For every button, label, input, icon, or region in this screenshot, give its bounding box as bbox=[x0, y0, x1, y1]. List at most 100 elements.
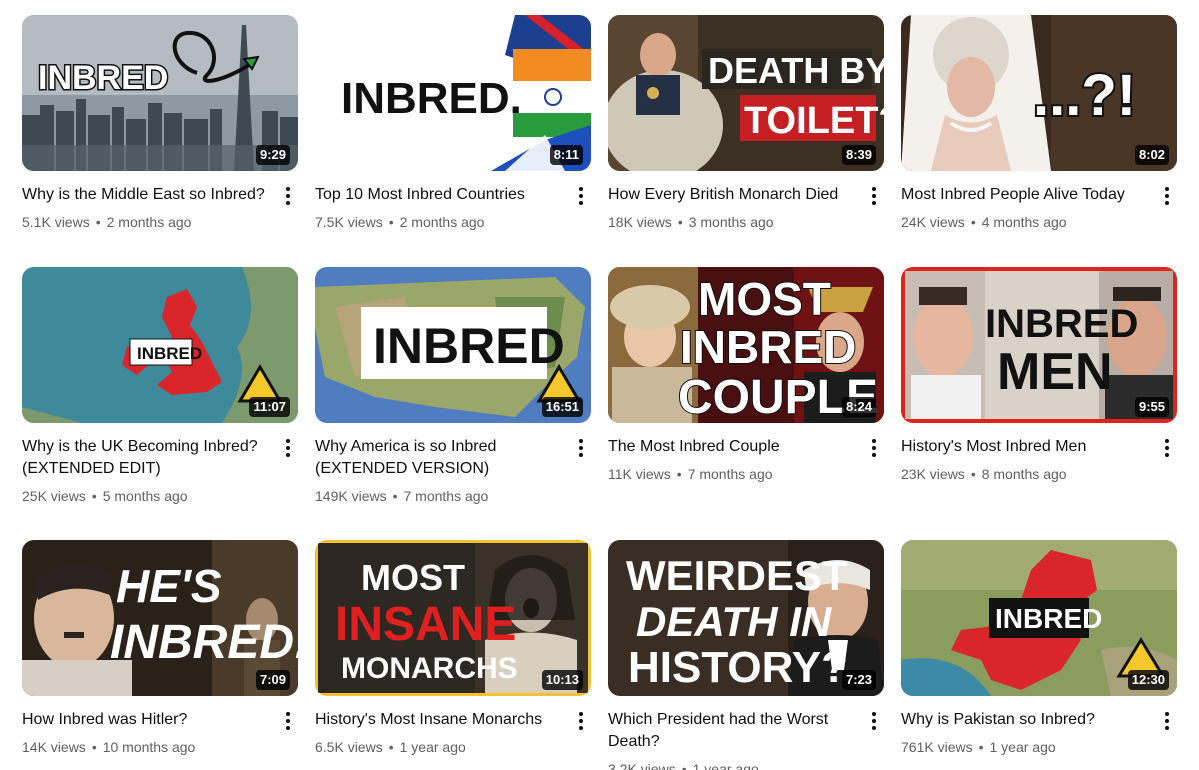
thumbnail-text: MONARCHS bbox=[341, 652, 518, 685]
thumbnail-text: INBRED bbox=[38, 59, 168, 97]
view-count: 3.2K views bbox=[608, 761, 676, 770]
thumbnail-text: MOST bbox=[698, 273, 831, 325]
thumbnail-text: INBRED bbox=[137, 344, 202, 363]
upload-age: 10 months ago bbox=[102, 739, 196, 755]
view-count: 11K views bbox=[608, 466, 671, 482]
duration-badge: 10:13 bbox=[541, 670, 583, 690]
video-title[interactable]: Top 10 Most Inbred Countries bbox=[315, 184, 565, 206]
upload-age: 1 year ago bbox=[692, 761, 759, 770]
video-stats: 5.1K views • 2 months ago bbox=[22, 214, 192, 230]
video-title[interactable]: How Every British Monarch Died bbox=[608, 184, 858, 206]
thumbnail-text: DEATH IN bbox=[636, 598, 833, 645]
thumbnail-text: TOILET?! bbox=[744, 100, 884, 142]
thumbnail-text: DEATH BY... bbox=[708, 50, 884, 91]
thumbnail-text: INBRED bbox=[680, 321, 856, 373]
video-card: INBRED 12:30 Why is Pakistan so Inbred? … bbox=[901, 540, 1177, 757]
upload-age: 3 months ago bbox=[688, 214, 774, 230]
thumbnail-text: INBRED. bbox=[341, 74, 522, 123]
video-card: INBRED. 8:11 Top 10 Most Inbred Countrie… bbox=[315, 15, 591, 232]
thumbnail-text: INSANE bbox=[335, 598, 516, 651]
video-title[interactable]: Why is the UK Becoming Inbred? (EXTENDED… bbox=[22, 436, 272, 480]
video-stats: 24K views • 4 months ago bbox=[901, 214, 1067, 230]
more-options-icon[interactable] bbox=[278, 709, 298, 733]
view-count: 5.1K views bbox=[22, 214, 90, 230]
duration-badge: 8:11 bbox=[549, 145, 583, 165]
thumbnail-text: INBRED! bbox=[110, 616, 298, 669]
video-thumbnail[interactable]: WEIRDEST DEATH IN HISTORY? 7:23 bbox=[608, 540, 884, 696]
video-thumbnail[interactable]: MOST INSANE MONARCHS 10:13 bbox=[315, 540, 591, 696]
video-card: INBRED 11:07 Why is the UK Becoming Inbr… bbox=[22, 267, 298, 506]
video-thumbnail[interactable]: INBRED 11:07 bbox=[22, 267, 298, 423]
more-options-icon[interactable] bbox=[864, 709, 884, 733]
video-thumbnail[interactable]: MOST INBRED COUPLE 8:24 bbox=[608, 267, 884, 423]
more-options-icon[interactable] bbox=[864, 436, 884, 460]
video-stats: 761K views • 1 year ago bbox=[901, 739, 1056, 755]
more-options-icon[interactable] bbox=[1157, 184, 1177, 208]
view-count: 149K views bbox=[315, 488, 387, 504]
video-stats: 7.5K views • 2 months ago bbox=[315, 214, 485, 230]
view-count: 18K views bbox=[608, 214, 672, 230]
thumbnail-text: HE'S bbox=[116, 560, 222, 612]
video-title[interactable]: History's Most Inbred Men bbox=[901, 436, 1151, 458]
duration-badge: 16:51 bbox=[541, 397, 583, 417]
thumbnail-text: HISTORY? bbox=[628, 643, 848, 692]
video-card: HE'S INBRED! 7:09 How Inbred was Hitler?… bbox=[22, 540, 298, 757]
upload-age: 2 months ago bbox=[106, 214, 192, 230]
more-options-icon[interactable] bbox=[571, 709, 591, 733]
upload-age: 7 months ago bbox=[687, 466, 773, 482]
video-title[interactable]: Most Inbred People Alive Today bbox=[901, 184, 1151, 206]
upload-age: 7 months ago bbox=[403, 488, 489, 504]
more-options-icon[interactable] bbox=[571, 436, 591, 460]
video-grid: INBRED 9:29 Why is the Middle East so In… bbox=[0, 0, 1199, 770]
video-title[interactable]: Which President had the Worst Death? bbox=[608, 709, 858, 753]
more-options-icon[interactable] bbox=[278, 184, 298, 208]
thumbnail-text: INBRED bbox=[995, 603, 1102, 634]
video-title[interactable]: The Most Inbred Couple bbox=[608, 436, 858, 458]
video-title[interactable]: History's Most Insane Monarchs bbox=[315, 709, 565, 731]
duration-badge: 8:39 bbox=[841, 145, 876, 165]
upload-age: 8 months ago bbox=[981, 466, 1067, 482]
video-stats: 18K views • 3 months ago bbox=[608, 214, 774, 230]
view-count: 24K views bbox=[901, 214, 965, 230]
more-options-icon[interactable] bbox=[1157, 709, 1177, 733]
duration-badge: 7:23 bbox=[841, 670, 876, 690]
more-options-icon[interactable] bbox=[278, 436, 298, 460]
upload-age: 2 months ago bbox=[399, 214, 485, 230]
duration-badge: 7:09 bbox=[255, 670, 290, 690]
view-count: 23K views bbox=[901, 466, 965, 482]
video-stats: 3.2K views • 1 year ago bbox=[608, 759, 858, 770]
video-title[interactable]: Why America is so Inbred (EXTENDED VERSI… bbox=[315, 436, 565, 480]
upload-age: 5 months ago bbox=[102, 488, 188, 504]
video-thumbnail[interactable]: INBRED 12:30 bbox=[901, 540, 1177, 696]
video-stats: 11K views • 7 months ago bbox=[608, 466, 773, 482]
video-thumbnail[interactable]: INBRED MEN 9:55 bbox=[901, 267, 1177, 423]
more-options-icon[interactable] bbox=[864, 184, 884, 208]
more-options-icon[interactable] bbox=[1157, 436, 1177, 460]
video-card: WEIRDEST DEATH IN HISTORY? 7:23 Which Pr… bbox=[608, 540, 884, 770]
video-card: MOST INSANE MONARCHS 10:13 History's Mos… bbox=[315, 540, 591, 757]
thumbnail-text: INBRED bbox=[985, 302, 1138, 346]
video-title[interactable]: Why is the Middle East so Inbred? bbox=[22, 184, 272, 206]
video-card: ...?! 8:02 Most Inbred People Alive Toda… bbox=[901, 15, 1177, 232]
thumbnail-text: WEIRDEST bbox=[626, 552, 848, 599]
more-options-icon[interactable] bbox=[571, 184, 591, 208]
video-thumbnail[interactable]: ...?! 8:02 bbox=[901, 15, 1177, 171]
video-card: INBRED 9:29 Why is the Middle East so In… bbox=[22, 15, 298, 232]
video-title[interactable]: How Inbred was Hitler? bbox=[22, 709, 272, 731]
duration-badge: 12:30 bbox=[1127, 670, 1169, 690]
thumbnail-text: MEN bbox=[997, 343, 1113, 401]
video-card: INBRED MEN 9:55 History's Most Inbred Me… bbox=[901, 267, 1177, 484]
video-thumbnail[interactable]: INBRED 16:51 bbox=[315, 267, 591, 423]
video-thumbnail[interactable]: INBRED. 8:11 bbox=[315, 15, 591, 171]
video-stats: 149K views • 7 months ago bbox=[315, 488, 489, 504]
duration-badge: 8:02 bbox=[1134, 145, 1169, 165]
video-thumbnail[interactable]: INBRED 9:29 bbox=[22, 15, 298, 171]
video-card: INBRED 16:51 Why America is so Inbred (E… bbox=[315, 267, 591, 506]
view-count: 14K views bbox=[22, 739, 86, 755]
view-count: 761K views bbox=[901, 739, 973, 755]
video-stats: 14K views • 10 months ago bbox=[22, 739, 196, 755]
video-thumbnail[interactable]: DEATH BY... TOILET?! 8:39 bbox=[608, 15, 884, 171]
video-thumbnail[interactable]: HE'S INBRED! 7:09 bbox=[22, 540, 298, 696]
thumbnail-text: ...?! bbox=[1033, 63, 1136, 128]
video-title[interactable]: Why is Pakistan so Inbred? bbox=[901, 709, 1151, 731]
